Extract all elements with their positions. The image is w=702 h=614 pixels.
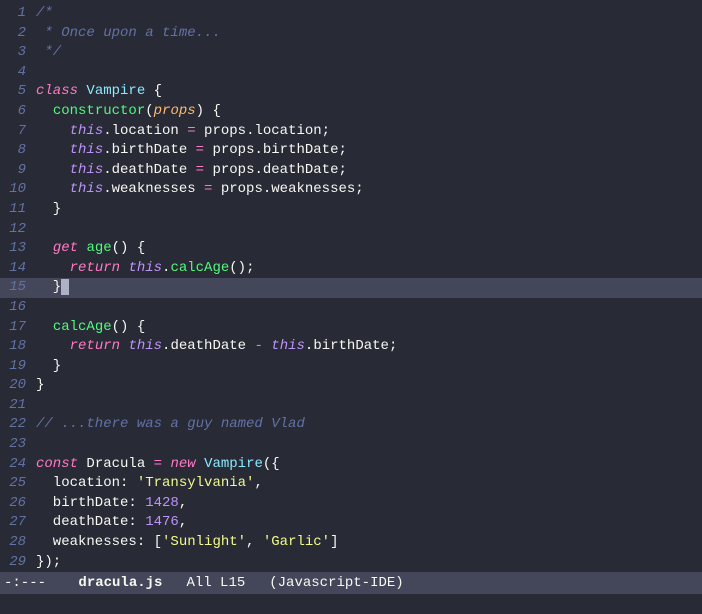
code-line[interactable]: 14 return this.calcAge(); bbox=[0, 259, 702, 279]
code-content[interactable]: return this.deathDate - this.birthDate; bbox=[36, 337, 702, 357]
code-content[interactable] bbox=[36, 220, 702, 240]
line-number: 2 bbox=[0, 24, 36, 44]
code-content[interactable]: location: 'Transylvania', bbox=[36, 474, 702, 494]
code-line[interactable]: 1/* bbox=[0, 4, 702, 24]
code-line[interactable]: 21 bbox=[0, 396, 702, 416]
code-line[interactable]: 11 } bbox=[0, 200, 702, 220]
line-number: 11 bbox=[0, 200, 36, 220]
code-content[interactable]: // ...there was a guy named Vlad bbox=[36, 415, 702, 435]
line-number: 24 bbox=[0, 455, 36, 475]
line-number: 26 bbox=[0, 494, 36, 514]
code-content[interactable]: return this.calcAge(); bbox=[36, 259, 702, 279]
code-content[interactable]: deathDate: 1476, bbox=[36, 513, 702, 533]
code-line[interactable]: 17 calcAge() { bbox=[0, 318, 702, 338]
line-number: 29 bbox=[0, 553, 36, 572]
code-content[interactable]: this.deathDate = props.deathDate; bbox=[36, 161, 702, 181]
code-content[interactable]: } bbox=[36, 200, 702, 220]
code-line[interactable]: 23 bbox=[0, 435, 702, 455]
code-content[interactable] bbox=[36, 396, 702, 416]
line-number: 15 bbox=[0, 278, 36, 298]
line-number: 21 bbox=[0, 396, 36, 416]
modeline-position: All L15 bbox=[186, 575, 245, 591]
code-line[interactable]: 13 get age() { bbox=[0, 239, 702, 259]
code-content[interactable]: weaknesses: ['Sunlight', 'Garlic'] bbox=[36, 533, 702, 553]
line-number: 6 bbox=[0, 102, 36, 122]
code-content[interactable]: this.location = props.location; bbox=[36, 122, 702, 142]
code-line[interactable]: 4 bbox=[0, 63, 702, 83]
code-line[interactable]: 16 bbox=[0, 298, 702, 318]
line-number: 16 bbox=[0, 298, 36, 318]
line-number: 8 bbox=[0, 141, 36, 161]
line-number: 3 bbox=[0, 43, 36, 63]
code-line[interactable]: 24const Dracula = new Vampire({ bbox=[0, 455, 702, 475]
line-number: 13 bbox=[0, 239, 36, 259]
modeline-status: -:--- bbox=[4, 575, 54, 591]
code-line[interactable]: 18 return this.deathDate - this.birthDat… bbox=[0, 337, 702, 357]
code-line[interactable]: 9 this.deathDate = props.deathDate; bbox=[0, 161, 702, 181]
code-line[interactable]: 27 deathDate: 1476, bbox=[0, 513, 702, 533]
modeline: -:--- dracula.js All L15 (Javascript-IDE… bbox=[0, 572, 702, 594]
modeline-mode: (Javascript-IDE) bbox=[269, 575, 403, 591]
code-line[interactable]: 12 bbox=[0, 220, 702, 240]
code-line[interactable]: 2 * Once upon a time... bbox=[0, 24, 702, 44]
line-number: 4 bbox=[0, 63, 36, 83]
line-number: 5 bbox=[0, 82, 36, 102]
code-content[interactable]: } bbox=[36, 278, 702, 298]
line-number: 17 bbox=[0, 318, 36, 338]
cursor bbox=[61, 279, 69, 295]
code-line[interactable]: 15 } bbox=[0, 278, 702, 298]
code-content[interactable]: */ bbox=[36, 43, 702, 63]
line-number: 28 bbox=[0, 533, 36, 553]
code-line[interactable]: 3 */ bbox=[0, 43, 702, 63]
line-number: 25 bbox=[0, 474, 36, 494]
code-line[interactable]: 20} bbox=[0, 376, 702, 396]
line-number: 20 bbox=[0, 376, 36, 396]
line-number: 12 bbox=[0, 220, 36, 240]
code-line[interactable]: 5class Vampire { bbox=[0, 82, 702, 102]
line-number: 18 bbox=[0, 337, 36, 357]
code-content[interactable] bbox=[36, 298, 702, 318]
code-content[interactable] bbox=[36, 435, 702, 455]
line-number: 22 bbox=[0, 415, 36, 435]
line-number: 14 bbox=[0, 259, 36, 279]
line-number: 27 bbox=[0, 513, 36, 533]
minibuffer[interactable] bbox=[0, 594, 702, 614]
code-content[interactable]: }); bbox=[36, 553, 702, 572]
code-line[interactable]: 25 location: 'Transylvania', bbox=[0, 474, 702, 494]
code-content[interactable]: constructor(props) { bbox=[36, 102, 702, 122]
code-line[interactable]: 19 } bbox=[0, 357, 702, 377]
line-number: 10 bbox=[0, 180, 36, 200]
code-content[interactable]: calcAge() { bbox=[36, 318, 702, 338]
code-line[interactable]: 10 this.weaknesses = props.weaknesses; bbox=[0, 180, 702, 200]
line-number: 23 bbox=[0, 435, 36, 455]
code-content[interactable] bbox=[36, 63, 702, 83]
code-content[interactable]: this.birthDate = props.birthDate; bbox=[36, 141, 702, 161]
modeline-filename: dracula.js bbox=[78, 575, 162, 591]
code-content[interactable]: } bbox=[36, 357, 702, 377]
code-content[interactable]: birthDate: 1428, bbox=[36, 494, 702, 514]
line-number: 19 bbox=[0, 357, 36, 377]
code-content[interactable]: class Vampire { bbox=[36, 82, 702, 102]
code-line[interactable]: 6 constructor(props) { bbox=[0, 102, 702, 122]
code-line[interactable]: 8 this.birthDate = props.birthDate; bbox=[0, 141, 702, 161]
code-content[interactable]: get age() { bbox=[36, 239, 702, 259]
code-content[interactable]: } bbox=[36, 376, 702, 396]
code-content[interactable]: * Once upon a time... bbox=[36, 24, 702, 44]
code-line[interactable]: 26 birthDate: 1428, bbox=[0, 494, 702, 514]
code-line[interactable]: 7 this.location = props.location; bbox=[0, 122, 702, 142]
code-content[interactable]: /* bbox=[36, 4, 702, 24]
code-content[interactable]: this.weaknesses = props.weaknesses; bbox=[36, 180, 702, 200]
code-editor[interactable]: 1/*2 * Once upon a time...3 */45class Va… bbox=[0, 0, 702, 572]
code-content[interactable]: const Dracula = new Vampire({ bbox=[36, 455, 702, 475]
line-number: 1 bbox=[0, 4, 36, 24]
line-number: 7 bbox=[0, 122, 36, 142]
line-number: 9 bbox=[0, 161, 36, 181]
code-line[interactable]: 28 weaknesses: ['Sunlight', 'Garlic'] bbox=[0, 533, 702, 553]
code-line[interactable]: 22// ...there was a guy named Vlad bbox=[0, 415, 702, 435]
code-line[interactable]: 29}); bbox=[0, 553, 702, 572]
